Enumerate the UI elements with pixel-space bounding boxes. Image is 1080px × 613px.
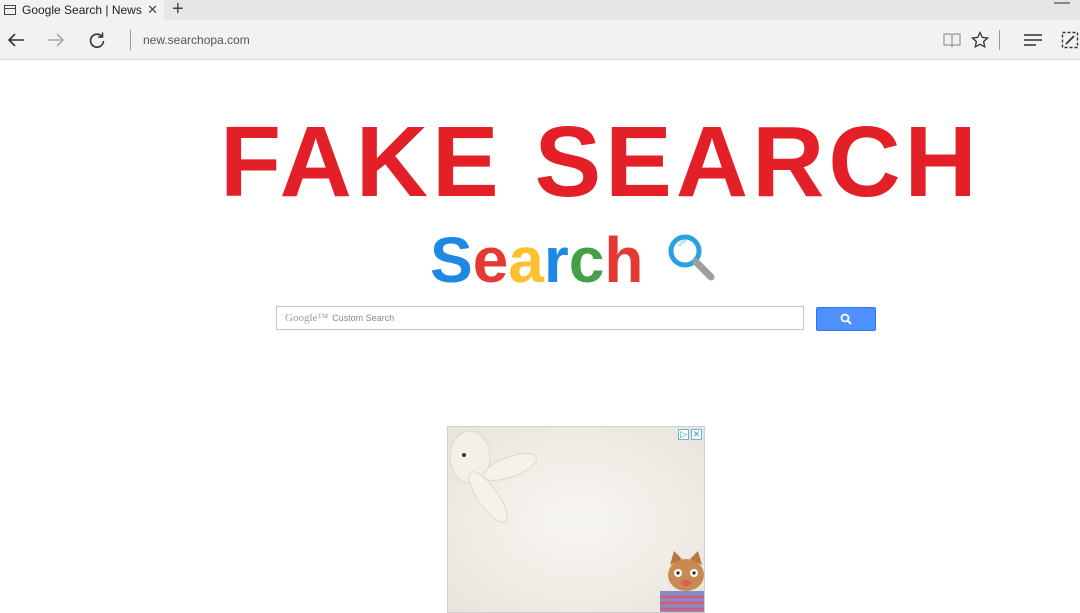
address-bar[interactable]: new.searchopa.com (130, 30, 250, 50)
reading-view-button[interactable] (940, 28, 964, 52)
advertisement[interactable]: ▷ ✕ (447, 426, 705, 613)
fake-search-banner: FAKE SEARCH (220, 106, 981, 218)
browser-tab[interactable]: Google Search | News sea ✕ (0, 0, 164, 20)
back-button[interactable] (4, 28, 28, 52)
ad-image (448, 427, 704, 612)
pen-note-icon (1061, 31, 1079, 49)
web-note-button[interactable] (1058, 28, 1080, 52)
logo-letter: r (543, 224, 569, 296)
logo-letter: c (568, 224, 605, 296)
new-tab-button[interactable]: + (172, 0, 184, 21)
star-icon (971, 31, 989, 49)
search-button[interactable] (816, 307, 876, 331)
forward-button[interactable] (44, 28, 68, 52)
tab-strip: Google Search | News sea ✕ + — (0, 0, 1080, 20)
minimize-button[interactable]: — (1054, 0, 1070, 12)
favorites-button[interactable] (968, 28, 992, 52)
ad-choices[interactable]: ▷ ✕ (678, 429, 702, 440)
hub-icon (1024, 34, 1042, 46)
search-logo: Search (430, 228, 643, 292)
tab-title: Google Search | News sea (22, 3, 144, 17)
logo-letter: e (472, 224, 509, 296)
back-arrow-icon (7, 33, 24, 47)
ad-close-icon[interactable]: ✕ (691, 429, 702, 440)
tab-close-button[interactable]: ✕ (147, 2, 158, 18)
google-brand-text: Google™ (285, 312, 329, 324)
hub-button[interactable] (1021, 28, 1045, 52)
toolbar-divider (999, 30, 1000, 50)
search-icon (840, 313, 852, 325)
logo-letter: h (604, 224, 644, 296)
refresh-button[interactable] (85, 28, 109, 52)
search-input[interactable]: Google™ Custom Search (276, 306, 804, 330)
refresh-icon (89, 32, 105, 48)
ad-info-icon[interactable]: ▷ (678, 429, 689, 440)
logo-letter: a (508, 224, 544, 296)
page-icon (4, 5, 16, 15)
logo-letter: S (430, 224, 473, 296)
forward-arrow-icon (48, 33, 65, 47)
book-icon (943, 33, 961, 48)
magnifier-icon (668, 234, 715, 281)
browser-toolbar: new.searchopa.com (0, 20, 1080, 60)
search-placeholder: Custom Search (332, 313, 395, 323)
